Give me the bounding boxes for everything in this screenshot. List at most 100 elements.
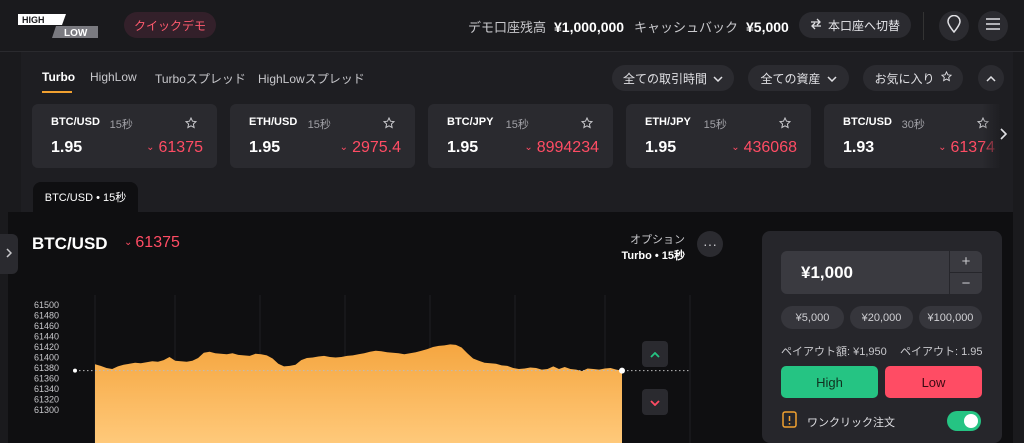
y-tick-label: 61420 <box>34 342 59 352</box>
asset-price-value: 61375 <box>158 139 204 156</box>
favorites-filter[interactable]: お気に入り <box>863 65 963 91</box>
high-button[interactable]: High <box>781 366 878 398</box>
price-down-arrow-icon: ⌄ <box>124 237 133 248</box>
chevron-right-icon <box>1000 127 1008 145</box>
down-arrow-icon <box>650 393 660 411</box>
y-tick-label: 61380 <box>34 363 59 373</box>
asset-price-value: 8994234 <box>536 139 599 156</box>
star-icon <box>940 70 952 85</box>
decrease-amount-button[interactable]: − <box>950 273 982 294</box>
star-icon[interactable] <box>778 116 793 130</box>
quick-demo-label: クイックデモ <box>133 18 206 33</box>
svg-text:LOW: LOW <box>64 28 88 38</box>
asset-duration: 15秒 <box>307 119 331 131</box>
cashback: キャッシュバック ¥5,000 <box>634 17 789 36</box>
y-tick-label: 61300 <box>34 405 59 415</box>
asset-price: ⌄ 436068 <box>731 139 797 157</box>
demo-balance-value: ¥1,000,000 <box>554 19 625 35</box>
collapse-panel-button[interactable] <box>978 65 1004 91</box>
asset-duration: 15秒 <box>109 119 133 131</box>
asset-pair: BTC/USD <box>843 116 892 128</box>
asset-filter-label: 全ての資産 <box>760 71 821 86</box>
price-down-arrow-icon: ⌄ <box>524 142 533 153</box>
sidebar-toggle[interactable] <box>0 234 18 274</box>
more-icon: ··· <box>703 236 717 252</box>
increase-amount-button[interactable]: + <box>950 251 982 272</box>
price-area <box>95 344 622 443</box>
payout-rate: ペイアウト: 1.95 <box>900 346 983 358</box>
demo-balance-label: デモ口座残高 <box>468 20 547 35</box>
svg-text:HIGH: HIGH <box>22 15 45 25</box>
star-icon[interactable] <box>580 116 595 130</box>
asset-price-value: 2975.4 <box>352 139 401 156</box>
highlow-logo[interactable]: HIGH LOW <box>18 14 98 39</box>
asset-card[interactable]: ETH/USD 15秒 1.95 ⌄ 2975.4 <box>230 104 415 168</box>
chart-up-button[interactable] <box>642 341 668 367</box>
quick-amount-20000[interactable]: ¥20,000 <box>850 306 913 329</box>
y-tick-label: 61500 <box>34 300 59 310</box>
quick-amount-100000[interactable]: ¥100,000 <box>919 306 982 329</box>
asset-payout: 1.95 <box>447 139 479 156</box>
y-tick-label: 61360 <box>34 374 59 384</box>
asset-card[interactable]: BTC/USD 15秒 1.95 ⌄ 61375 <box>32 104 217 168</box>
switch-to-real-account-button[interactable]: 本口座へ切替 <box>799 12 911 38</box>
payout-amount: ペイアウト額: ¥1,950 <box>781 346 887 358</box>
chevron-down-icon <box>826 71 837 85</box>
star-icon[interactable] <box>382 116 397 130</box>
tab-highlow[interactable]: HighLow <box>90 70 137 84</box>
plus-icon: + <box>961 253 971 270</box>
asset-card[interactable]: BTC/JPY 15秒 1.95 ⌄ 8994234 <box>428 104 613 168</box>
chart-down-button[interactable] <box>642 389 668 415</box>
up-arrow-icon <box>650 345 660 363</box>
menu-icon <box>986 17 1000 35</box>
menu-button[interactable] <box>978 11 1008 41</box>
y-tick-label: 61340 <box>34 384 59 394</box>
asset-payout: 1.95 <box>645 139 677 156</box>
price-down-arrow-icon: ⌄ <box>339 142 349 153</box>
y-tick-label: 61460 <box>34 321 59 331</box>
active-asset-tab[interactable]: BTC/USD • 15秒 <box>33 182 138 212</box>
switch-arrows-icon <box>810 18 822 33</box>
y-tick-label: 61440 <box>34 332 59 342</box>
price-down-arrow-icon: ⌄ <box>146 142 155 153</box>
asset-card[interactable]: ETH/JPY 15秒 1.95 ⌄ 436068 <box>626 104 811 168</box>
asset-price: ⌄ 8994234 <box>524 139 599 157</box>
star-icon[interactable] <box>184 116 199 130</box>
more-options-button[interactable]: ··· <box>697 231 723 257</box>
chart-asset-name: BTC/USD <box>32 234 108 253</box>
cashback-value: ¥5,000 <box>746 19 789 35</box>
favorites-filter-label: お気に入り <box>874 71 935 86</box>
quick-amount-5000[interactable]: ¥5,000 <box>781 306 844 329</box>
price-down-arrow-icon: ⌄ <box>938 142 947 153</box>
asset-pair: BTC/JPY <box>447 116 494 128</box>
active-tab-underline <box>42 91 72 93</box>
info-icon <box>782 411 798 434</box>
asset-pair: BTC/USD <box>51 116 100 128</box>
quick-demo-button[interactable]: クイックデモ <box>124 12 216 38</box>
trading-time-filter[interactable]: 全ての取引時間 <box>612 65 734 91</box>
header-divider <box>923 12 924 40</box>
asset-duration: 15秒 <box>703 119 727 131</box>
one-click-order-label: ワンクリック注文 <box>807 417 895 429</box>
investment-amount-input[interactable]: ¥1,000 <box>781 251 949 294</box>
start-marker <box>73 368 77 373</box>
low-button[interactable]: Low <box>885 366 982 398</box>
one-click-order-toggle[interactable] <box>947 411 981 431</box>
location-button[interactable] <box>939 11 969 41</box>
location-pin-icon <box>946 14 962 38</box>
chevron-up-icon <box>986 69 996 87</box>
chart-asset-price: ⌄ 61375 <box>124 234 180 252</box>
cashback-label: キャッシュバック <box>634 20 739 35</box>
demo-balance: デモ口座残高 ¥1,000,000 <box>468 17 624 36</box>
tab-highlow-spread[interactable]: HighLowスプレッド <box>258 70 365 87</box>
trading-time-filter-label: 全ての取引時間 <box>622 71 707 86</box>
asset-pair: ETH/USD <box>249 116 298 128</box>
price-down-arrow-icon: ⌄ <box>731 142 740 153</box>
y-tick-label: 61320 <box>34 395 59 405</box>
cards-scroll-right-button[interactable] <box>982 104 1013 168</box>
asset-price-value: 436068 <box>743 139 797 156</box>
tab-turbo-spread[interactable]: Turboスプレッド <box>155 70 246 87</box>
tab-turbo[interactable]: Turbo <box>42 70 75 84</box>
asset-filter[interactable]: 全ての資産 <box>748 65 849 91</box>
chevron-right-icon <box>6 245 13 263</box>
